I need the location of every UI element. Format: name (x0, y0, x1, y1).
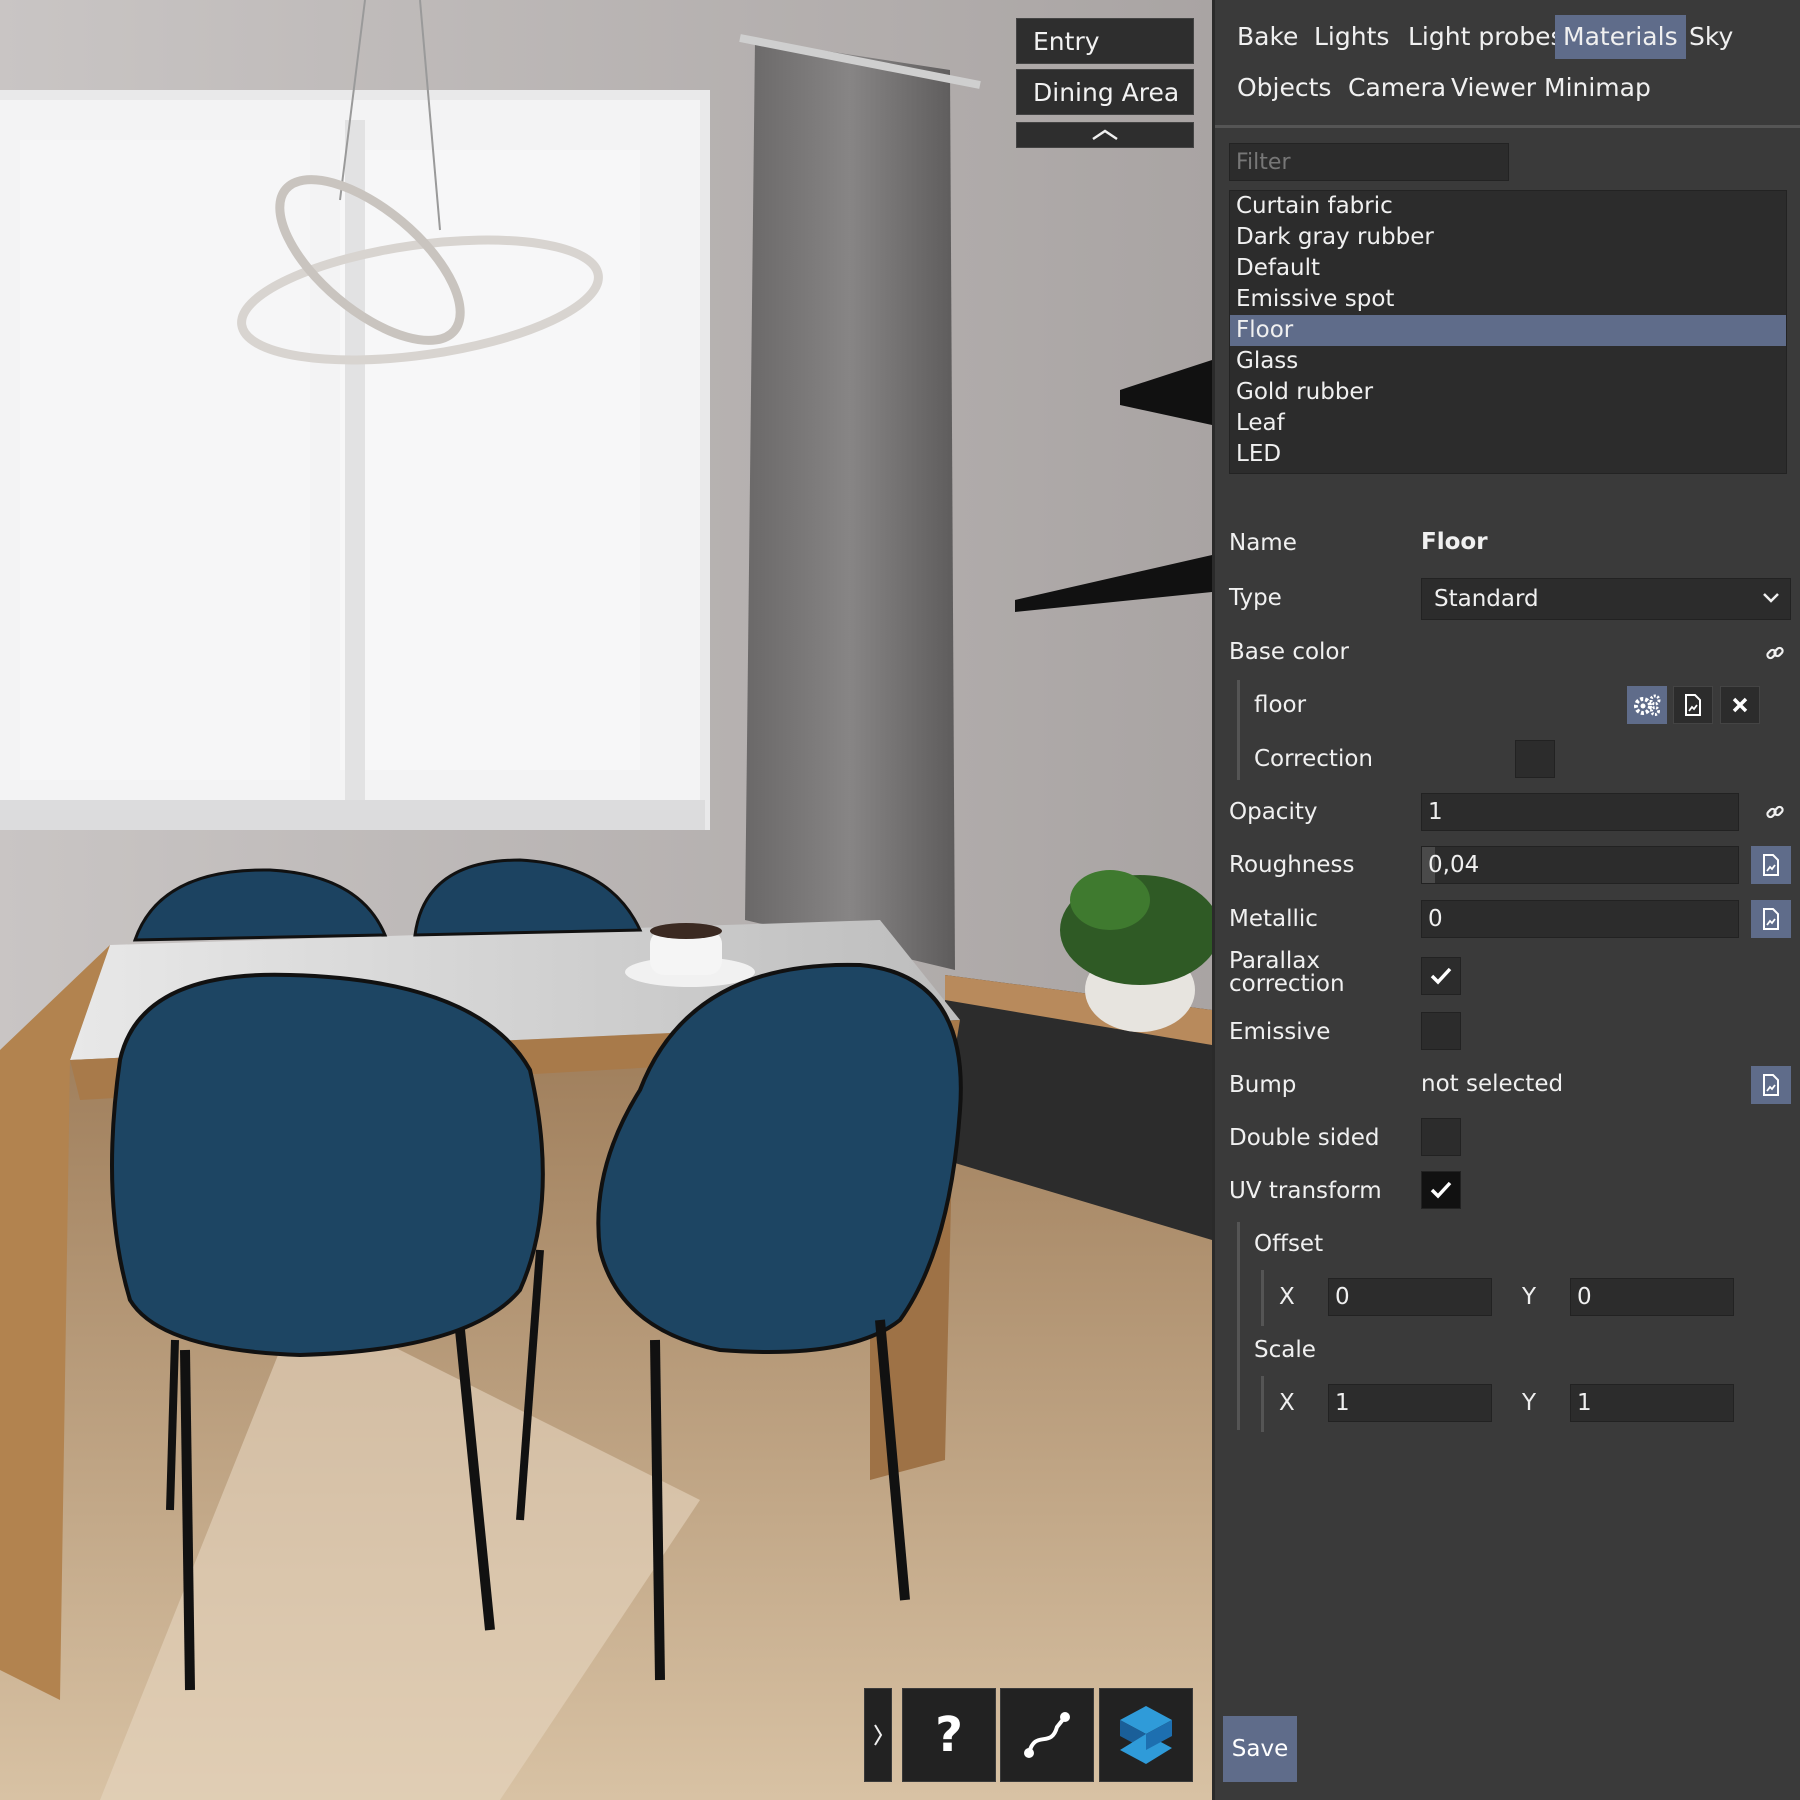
camera-entry-button[interactable]: Entry (1016, 18, 1194, 64)
offset-y-label: Y (1522, 1284, 1537, 1310)
path-tool-button[interactable] (1000, 1688, 1094, 1782)
bump-label: Bump (1229, 1072, 1297, 1098)
texture-remove-button[interactable] (1720, 686, 1760, 724)
emissive-checkbox[interactable] (1421, 1012, 1461, 1050)
tab-bake[interactable]: Bake (1229, 15, 1306, 59)
name-value: Floor (1421, 529, 1488, 555)
uv-transform-label: UV transform (1229, 1178, 1382, 1204)
metallic-input[interactable]: 0 (1421, 900, 1739, 938)
texture-settings-button[interactable] (1627, 686, 1667, 724)
help-button[interactable]: ? (902, 1688, 996, 1782)
file-image-icon (1763, 1074, 1779, 1096)
chevron-up-icon (1092, 129, 1118, 141)
material-item[interactable]: Dark gray rubber (1230, 222, 1786, 253)
collapse-cameras-button[interactable] (1016, 122, 1194, 148)
link-icon[interactable] (1755, 793, 1795, 831)
tab-bar: Bake Lights Light probes Materials Sky O… (1215, 0, 1800, 128)
correction-color-swatch[interactable] (1515, 740, 1555, 778)
emissive-label: Emissive (1229, 1019, 1331, 1045)
camera-dining-area-button[interactable]: Dining Area (1016, 69, 1194, 115)
save-button[interactable]: Save (1223, 1716, 1297, 1782)
file-image-icon (1763, 854, 1779, 876)
scale-group-line (1261, 1376, 1264, 1432)
file-image-icon (1685, 694, 1701, 716)
material-item-selected[interactable]: Floor (1230, 315, 1786, 346)
tab-camera[interactable]: Camera (1340, 66, 1454, 110)
type-value: Standard (1434, 586, 1539, 612)
scale-x-label: X (1279, 1390, 1295, 1416)
opacity-label: Opacity (1229, 799, 1318, 825)
link-icon[interactable] (1755, 634, 1795, 672)
metallic-label: Metallic (1229, 906, 1318, 932)
material-item[interactable]: Gold rubber (1230, 377, 1786, 408)
chevron-down-icon (1763, 593, 1779, 603)
roughness-label: Roughness (1229, 852, 1355, 878)
type-label: Type (1229, 585, 1282, 611)
check-icon (1430, 967, 1452, 985)
texture-file-button[interactable] (1673, 686, 1713, 724)
path-icon (1024, 1712, 1070, 1758)
type-select[interactable]: Standard (1421, 578, 1791, 620)
file-image-icon (1763, 908, 1779, 930)
parallax-correction-checkbox[interactable] (1421, 957, 1461, 995)
scale-label: Scale (1254, 1337, 1316, 1363)
opacity-input[interactable]: 1 (1421, 793, 1739, 831)
correction-label: Correction (1254, 746, 1373, 772)
tab-lights[interactable]: Lights (1306, 15, 1397, 59)
parallax-label-line-2: correction (1229, 971, 1345, 997)
metallic-texture-button[interactable] (1751, 900, 1791, 938)
base-color-group-line (1237, 680, 1240, 780)
offset-x-label: X (1279, 1284, 1295, 1310)
material-item[interactable]: Curtain fabric (1230, 191, 1786, 222)
expand-toolbar-button[interactable] (864, 1688, 892, 1782)
chevron-right-icon (874, 1724, 883, 1746)
check-icon (1430, 1181, 1452, 1199)
offset-label: Offset (1254, 1231, 1324, 1257)
material-item[interactable]: Glass (1230, 346, 1786, 377)
offset-y-input[interactable]: 0 (1570, 1278, 1734, 1316)
gears-icon (1634, 694, 1661, 716)
tab-objects[interactable]: Objects (1229, 66, 1339, 110)
question-mark-icon: ? (935, 1707, 963, 1763)
bump-value: not selected (1421, 1071, 1564, 1097)
filter-input[interactable] (1229, 143, 1509, 181)
tab-light-probes[interactable]: Light probes (1400, 15, 1572, 59)
material-item[interactable]: Leaf (1230, 408, 1786, 439)
roughness-value: 0,04 (1428, 852, 1480, 878)
offset-group-line (1261, 1270, 1264, 1326)
material-item[interactable]: LED (1230, 439, 1786, 470)
uv-transform-checkbox[interactable] (1421, 1171, 1461, 1209)
roughness-texture-button[interactable] (1751, 846, 1791, 884)
roughness-slider[interactable]: 0,04 (1421, 846, 1739, 884)
tab-viewer[interactable]: Viewer (1443, 66, 1544, 110)
uv-group-line (1237, 1222, 1240, 1430)
scale-y-label: Y (1522, 1390, 1537, 1416)
materials-list: Curtain fabric Dark gray rubber Default … (1229, 190, 1787, 474)
viewport-3d[interactable]: Entry Dining Area ? (0, 0, 1212, 1800)
parallax-label-line-1: Parallax (1229, 948, 1320, 974)
tab-minimap[interactable]: Minimap (1536, 66, 1659, 110)
parallax-correction-label: Parallax correction (1229, 950, 1345, 996)
scale-y-input[interactable]: 1 (1570, 1384, 1734, 1422)
properties-panel: Bake Lights Light probes Materials Sky O… (1212, 0, 1800, 1800)
double-sided-label: Double sided (1229, 1125, 1380, 1151)
material-item[interactable]: Emissive spot (1230, 284, 1786, 315)
close-icon (1732, 697, 1748, 713)
base-color-label: Base color (1229, 639, 1349, 665)
scale-x-input[interactable]: 1 (1328, 1384, 1492, 1422)
name-label: Name (1229, 530, 1297, 556)
tab-materials[interactable]: Materials (1555, 15, 1686, 59)
scene-render (0, 0, 1212, 1800)
tab-sky[interactable]: Sky (1681, 15, 1741, 59)
logo-icon (1120, 1706, 1172, 1764)
double-sided-checkbox[interactable] (1421, 1118, 1461, 1156)
app-logo-button[interactable] (1099, 1688, 1193, 1782)
offset-x-input[interactable]: 0 (1328, 1278, 1492, 1316)
bump-texture-button[interactable] (1751, 1066, 1791, 1104)
texture-name: floor (1254, 692, 1307, 718)
material-item[interactable]: Default (1230, 253, 1786, 284)
